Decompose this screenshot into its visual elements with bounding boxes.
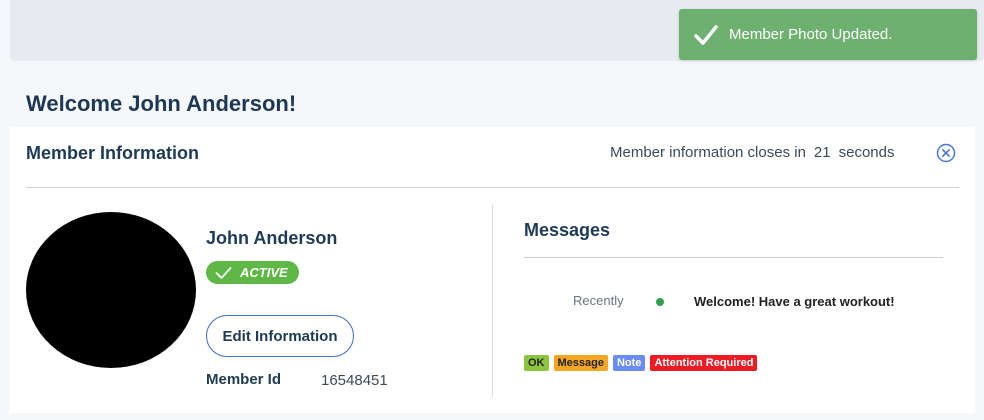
close-circle-icon[interactable] <box>936 143 956 163</box>
countdown-suffix: seconds <box>838 144 895 161</box>
status-label: ACTIVE <box>240 265 288 280</box>
checkmark-icon <box>694 24 718 45</box>
edit-information-button[interactable]: Edit Information <box>206 315 354 357</box>
member-information-panel: Member Information Member information cl… <box>10 127 975 413</box>
header-divider <box>26 187 959 188</box>
message-time: Recently <box>573 293 624 308</box>
legend-tag-ok: OK <box>524 355 549 371</box>
member-name: John Anderson <box>206 228 338 248</box>
status-badge: ACTIVE <box>206 261 299 284</box>
message-legend: OK Message Note Attention Required <box>524 355 758 371</box>
legend-tag-note: Note <box>612 355 646 371</box>
countdown-prefix: Member information closes in <box>610 144 806 161</box>
toast-notification: Member Photo Updated. <box>679 9 977 60</box>
panel-title: Member Information <box>26 143 200 163</box>
checkmark-icon <box>215 266 232 279</box>
member-photo <box>26 212 196 368</box>
messages-title: Messages <box>524 220 611 240</box>
countdown-value: 21 <box>813 144 831 161</box>
message-text: Welcome! Have a great workout! <box>694 294 895 309</box>
column-divider <box>492 204 493 397</box>
welcome-heading: Welcome John Anderson! <box>26 91 297 116</box>
legend-tag-message: Message <box>553 355 608 371</box>
legend-tag-attention-required: Attention Required <box>650 355 758 371</box>
member-id-label: Member Id <box>206 371 282 388</box>
messages-divider <box>524 257 943 258</box>
member-id-value: 16548451 <box>321 372 388 389</box>
toast-message: Member Photo Updated. <box>729 26 893 43</box>
message-status-dot <box>656 298 664 306</box>
close-countdown: Member information closes in 21 seconds <box>610 144 894 161</box>
